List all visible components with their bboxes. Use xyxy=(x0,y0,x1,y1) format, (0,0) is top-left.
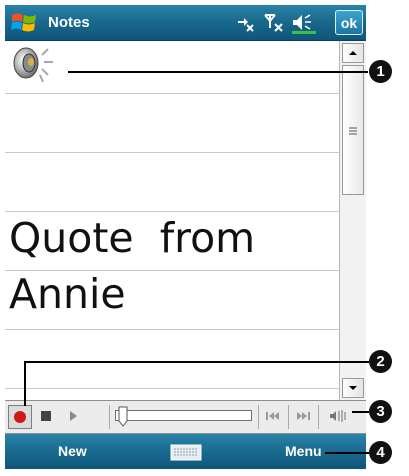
skip-forward-icon xyxy=(297,412,310,420)
play-icon xyxy=(70,411,77,421)
toolbar-divider xyxy=(288,405,289,429)
ruled-line xyxy=(5,152,339,153)
keyboard-icon[interactable] xyxy=(170,444,202,461)
callout-badge-1: 1 xyxy=(369,60,392,83)
callout-line-2 xyxy=(24,361,26,406)
note-text-line: Quote from xyxy=(9,214,256,262)
note-body[interactable]: Quote from Annie xyxy=(5,41,339,400)
play-button[interactable] xyxy=(62,405,86,429)
title-bar: Notes ok xyxy=(5,5,366,41)
arrow-up-icon xyxy=(349,51,357,55)
ruled-line xyxy=(5,329,339,330)
callout-badge-3: 3 xyxy=(369,400,392,423)
skip-back-icon xyxy=(266,412,279,420)
callout-line-4 xyxy=(325,452,369,454)
menu-button[interactable]: Menu xyxy=(285,443,322,459)
scrollbar-thumb[interactable] xyxy=(342,65,364,195)
skip-forward-button[interactable] xyxy=(292,405,316,429)
toolbar-divider xyxy=(318,405,319,429)
toolbar-divider xyxy=(109,405,110,429)
grip-icon xyxy=(349,127,357,135)
vertical-scrollbar[interactable] xyxy=(339,41,366,400)
volume-icon[interactable] xyxy=(290,12,318,34)
callout-line-3 xyxy=(352,411,369,413)
speaker-icon[interactable] xyxy=(11,45,57,87)
callout-badge-4: 4 xyxy=(369,441,392,464)
callout-line-2 xyxy=(24,361,369,363)
arrow-down-icon xyxy=(349,386,357,390)
recording-toolbar xyxy=(5,400,366,434)
pocket-pc-screen: Notes ok Quote from Annie New Menu xyxy=(5,5,366,469)
stop-button[interactable] xyxy=(35,405,59,429)
scroll-up-button[interactable] xyxy=(342,43,364,63)
volume-button[interactable] xyxy=(327,405,351,429)
stop-icon xyxy=(41,411,51,421)
windows-start-icon[interactable] xyxy=(10,10,38,36)
menu-bar: New Menu xyxy=(5,434,366,469)
callout-line-1 xyxy=(68,71,368,73)
record-icon xyxy=(14,411,26,423)
scroll-down-button[interactable] xyxy=(342,378,364,398)
ok-button[interactable]: ok xyxy=(335,10,363,35)
connectivity-icon[interactable] xyxy=(235,12,257,34)
ruled-line xyxy=(5,93,339,94)
slider-thumb[interactable] xyxy=(118,406,128,427)
callout-badge-2: 2 xyxy=(369,350,392,373)
new-button[interactable]: New xyxy=(58,443,87,459)
playback-position-slider[interactable] xyxy=(115,410,252,421)
note-text-line: Annie xyxy=(9,270,126,318)
ruled-line xyxy=(5,388,339,389)
app-title: Notes xyxy=(48,14,90,31)
ruled-line xyxy=(5,211,339,212)
record-button[interactable] xyxy=(8,405,32,429)
signal-off-icon[interactable] xyxy=(263,12,285,34)
toolbar-divider xyxy=(258,405,259,429)
skip-back-button[interactable] xyxy=(262,405,286,429)
volume-icon xyxy=(330,410,346,422)
